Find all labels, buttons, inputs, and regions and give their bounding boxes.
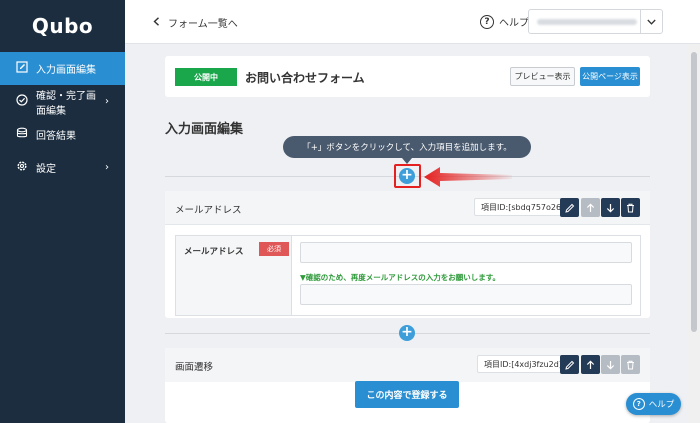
sidebar-item-results[interactable]: 回答結果	[0, 118, 125, 151]
item-id-label: 項目ID:[4xdj3fzu2d]	[477, 355, 569, 373]
sidebar-item-label: 入力画面編集	[36, 65, 96, 76]
move-down-button[interactable]	[601, 198, 620, 217]
email-input[interactable]	[300, 242, 632, 263]
submit-button-preview[interactable]: この内容で登録する	[355, 381, 459, 408]
field-card-header: 画面遷移 項目ID:[4xdj3fzu2d]	[165, 348, 650, 382]
arrow-down-icon	[606, 360, 615, 370]
trash-icon	[627, 360, 634, 369]
logo-text: Qubo	[31, 14, 94, 38]
form-title: お問い合わせフォーム	[245, 71, 365, 85]
status-badge: 公開中	[175, 68, 237, 86]
arrow-down-icon	[606, 203, 615, 213]
help-fab-label: ヘルプ	[648, 400, 675, 410]
question-circle-icon: ?	[480, 14, 494, 29]
delete-button[interactable]	[621, 198, 640, 217]
chevron-right-icon: ›	[105, 162, 109, 173]
scrollbar-thumb[interactable]	[691, 52, 697, 332]
pencil-icon	[564, 203, 574, 213]
edit-button[interactable]	[560, 198, 579, 217]
sidebar-item-settings[interactable]: 設定 ›	[0, 151, 125, 184]
page-title: 入力画面編集	[165, 122, 244, 137]
move-up-button[interactable]	[581, 198, 600, 217]
help-label: ヘルプ	[499, 18, 529, 29]
add-item-button[interactable]: +	[399, 325, 415, 341]
back-to-forms-link[interactable]: フォーム一覧へ	[153, 15, 238, 30]
chevron-down-icon	[640, 10, 662, 33]
move-up-button[interactable]	[581, 355, 600, 374]
sidebar-item-label: 確認・完了画面編集	[36, 90, 96, 117]
sidebar: Qubo 入力画面編集 確認・完了画面編集 › 回答結果 設定 ›	[0, 0, 125, 423]
field-card-screen-transition: 画面遷移 項目ID:[4xdj3fzu2d] この内容で登録する	[165, 348, 650, 423]
arrow-up-icon	[586, 202, 595, 212]
email-confirm-input[interactable]	[300, 284, 632, 305]
field-card-title: 画面遷移	[175, 362, 214, 373]
top-bar: フォーム一覧へ ? ヘルプ	[125, 0, 700, 44]
edit-icon	[16, 61, 28, 76]
arrow-up-icon	[586, 359, 595, 369]
public-page-button[interactable]: 公開ページ表示	[580, 67, 640, 86]
sidebar-item-label: 設定	[36, 164, 56, 175]
field-label-cell: メールアドレス 必須	[176, 236, 292, 315]
database-icon	[16, 127, 28, 142]
gear-icon	[16, 160, 28, 175]
preview-button[interactable]: プレビュー表示	[510, 67, 575, 86]
sidebar-item-confirm-complete[interactable]: 確認・完了画面編集 ›	[0, 85, 125, 118]
help-floating-button[interactable]: ? ヘルプ	[626, 393, 681, 415]
sidebar-item-input-screen[interactable]: 入力画面編集	[0, 52, 125, 85]
back-label: フォーム一覧へ	[168, 19, 238, 30]
scrollbar[interactable]	[688, 44, 700, 423]
check-circle-icon	[16, 94, 28, 109]
form-status-card: 公開中 お問い合わせフォーム プレビュー表示 公開ページ表示	[165, 56, 650, 97]
field-label: メールアドレス	[184, 247, 244, 257]
edit-button[interactable]	[560, 355, 579, 374]
move-down-button[interactable]	[601, 355, 620, 374]
item-id-label: 項目ID:[sbdq757o26]	[474, 198, 572, 216]
pencil-icon	[564, 360, 574, 370]
confirm-note: ▼確認のため、再度メールアドレスの入力をお願いします。	[300, 273, 501, 282]
field-card-email: メールアドレス 項目ID:[sbdq757o26] メールアドレス 必須 ▼確認…	[165, 191, 650, 318]
required-badge: 必須	[259, 242, 289, 256]
trash-icon	[627, 203, 634, 212]
red-arrow-icon	[424, 167, 512, 187]
account-email-blurred	[537, 18, 637, 25]
question-circle-icon: ?	[632, 398, 645, 410]
field-preview: メールアドレス 必須 ▼確認のため、再度メールアドレスの入力をお願いします。	[175, 235, 641, 316]
field-card-title: メールアドレス	[175, 205, 242, 216]
delete-button[interactable]	[621, 355, 640, 374]
chevron-right-icon: ›	[105, 96, 109, 107]
qubo-logo[interactable]: Qubo	[0, 0, 125, 52]
chevron-left-icon	[153, 16, 160, 29]
help-link[interactable]: ? ヘルプ	[480, 14, 529, 29]
field-card-header: メールアドレス 項目ID:[sbdq757o26]	[165, 191, 650, 225]
add-item-tooltip: 「+」ボタンをクリックして、入力項目を追加します。	[283, 136, 531, 164]
account-dropdown[interactable]	[528, 9, 663, 34]
add-item-button[interactable]: +	[399, 168, 415, 184]
sidebar-item-label: 回答結果	[36, 131, 76, 142]
